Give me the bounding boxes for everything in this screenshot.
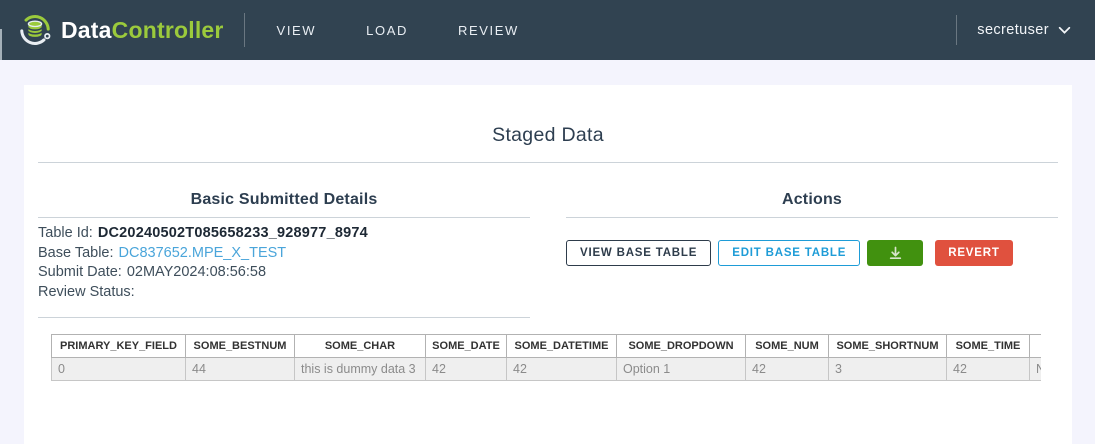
user-menu-trigger[interactable]: secretuser bbox=[977, 22, 1071, 38]
detail-label: Table Id: bbox=[38, 225, 93, 241]
content-card: Staged Data Basic Submitted Details Tabl… bbox=[24, 85, 1072, 444]
table-row: 044this is dummy data 34242Option 142342… bbox=[52, 357, 1042, 380]
table-cell[interactable]: 3 bbox=[829, 357, 947, 380]
actions-section: Actions VIEW BASE TABLE EDIT BASE TABLE … bbox=[566, 163, 1058, 266]
column-header: SOME_SHORTNUM bbox=[829, 334, 947, 357]
table-cell[interactable]: N bbox=[1030, 357, 1042, 380]
column-header: SOME_NUM bbox=[746, 334, 829, 357]
username-label: secretuser bbox=[977, 22, 1049, 38]
navbar-divider bbox=[244, 13, 245, 47]
actions-heading: Actions bbox=[566, 189, 1058, 210]
details-bottom-divider bbox=[38, 317, 530, 318]
detail-row-submit-date: Submit Date: 02MAY2024:08:56:58 bbox=[38, 263, 530, 283]
column-header: SOME_TIME bbox=[947, 334, 1030, 357]
actions-heading-divider bbox=[566, 217, 1058, 218]
base-table-link[interactable]: DC837652.MPE_X_TEST bbox=[119, 245, 287, 261]
column-header: SOME_BESTNUM bbox=[186, 334, 295, 357]
submitted-details-section: Basic Submitted Details Table Id: DC20240… bbox=[38, 163, 530, 318]
download-icon bbox=[887, 245, 904, 261]
submit-date-value: 02MAY2024:08:56:58 bbox=[127, 264, 266, 280]
database-sync-icon bbox=[18, 13, 52, 47]
column-header: SOME_DATETIME bbox=[507, 334, 617, 357]
table-cell[interactable]: 44 bbox=[186, 357, 295, 380]
column-header: SOME_CHAR bbox=[295, 334, 426, 357]
edit-base-table-button[interactable]: EDIT BASE TABLE bbox=[718, 240, 860, 266]
page-title: Staged Data bbox=[38, 85, 1058, 148]
detail-row-base-table: Base Table: DC837652.MPE_X_TEST bbox=[38, 244, 530, 264]
details-heading-divider bbox=[38, 217, 530, 218]
table-cell[interactable]: 42 bbox=[947, 357, 1030, 380]
two-column-section: Basic Submitted Details Table Id: DC20240… bbox=[38, 163, 1058, 318]
column-header: __ bbox=[1030, 334, 1042, 357]
actions-button-row: VIEW BASE TABLE EDIT BASE TABLE REVERT bbox=[566, 240, 1058, 266]
table-cell[interactable]: Option 1 bbox=[617, 357, 746, 380]
table-cell[interactable]: this is dummy data 3 bbox=[295, 357, 426, 380]
column-header: SOME_DROPDOWN bbox=[617, 334, 746, 357]
download-button[interactable] bbox=[867, 240, 923, 266]
detail-label: Submit Date: bbox=[38, 264, 122, 280]
top-navbar: DataController VIEW LOAD REVIEW secretus… bbox=[0, 0, 1095, 60]
detail-row-review-status: Review Status: bbox=[38, 283, 530, 303]
brand-name: DataController bbox=[61, 17, 224, 44]
table-id-value: DC20240502T085658233_928977_8974 bbox=[98, 225, 368, 241]
table-cell[interactable]: 0 bbox=[52, 357, 186, 380]
nav-item-load[interactable]: LOAD bbox=[364, 19, 410, 42]
table-cell[interactable]: 42 bbox=[426, 357, 507, 380]
column-header: SOME_DATE bbox=[426, 334, 507, 357]
staged-data-table: PRIMARY_KEY_FIELDSOME_BESTNUMSOME_CHARSO… bbox=[51, 334, 1041, 381]
table-header-row: PRIMARY_KEY_FIELDSOME_BESTNUMSOME_CHARSO… bbox=[52, 334, 1042, 357]
navbar-user-divider bbox=[956, 15, 957, 45]
detail-label: Base Table: bbox=[38, 245, 114, 261]
nav-item-view[interactable]: VIEW bbox=[275, 19, 319, 42]
brand-home-link[interactable]: DataController bbox=[0, 13, 224, 47]
revert-button[interactable]: REVERT bbox=[935, 240, 1012, 266]
nav-item-review[interactable]: REVIEW bbox=[456, 19, 521, 42]
view-base-table-button[interactable]: VIEW BASE TABLE bbox=[566, 240, 711, 266]
detail-row-table-id: Table Id: DC20240502T085658233_928977_897… bbox=[38, 224, 530, 244]
table-cell[interactable]: 42 bbox=[507, 357, 617, 380]
staged-data-table-container: PRIMARY_KEY_FIELDSOME_BESTNUMSOME_CHARSO… bbox=[51, 334, 1041, 381]
details-list: Table Id: DC20240502T085658233_928977_897… bbox=[38, 224, 530, 303]
details-heading: Basic Submitted Details bbox=[38, 189, 530, 210]
window-edge-line bbox=[0, 29, 2, 60]
column-header: PRIMARY_KEY_FIELD bbox=[52, 334, 186, 357]
main-nav: VIEW LOAD REVIEW bbox=[275, 19, 521, 42]
table-cell[interactable]: 42 bbox=[746, 357, 829, 380]
detail-label: Review Status: bbox=[38, 284, 135, 300]
chevron-down-icon bbox=[1058, 26, 1071, 35]
